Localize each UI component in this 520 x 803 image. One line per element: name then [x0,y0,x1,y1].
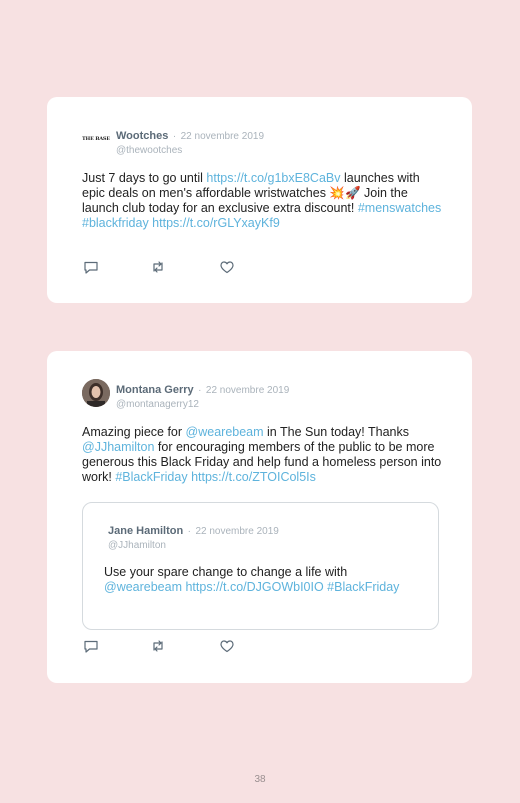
tweet-hashtags-link[interactable]: #BlackFriday https://t.co/ZTOICol5Is [115,470,316,484]
tweet-link[interactable]: https://t.co/g1bxE8CaBv [206,171,340,185]
quoted-tweet-link[interactable]: @wearebeam https://t.co/DJGOWbI0IO #Blac… [104,580,399,594]
tweet-text-part: Just 7 days to go until [82,171,207,185]
quoted-author-handle[interactable]: @JJhamilton [108,540,279,551]
quoted-author-name[interactable]: Jane Hamilton [108,525,183,537]
author-handle[interactable]: @montanagerry12 [116,399,289,410]
tweet-meta: Wootches · 22 novembre 2019 @thewootches [116,126,264,156]
mention-link[interactable]: @wearebeam [186,425,264,439]
tweet-text: Amazing piece for @wearebeam in The Sun … [82,425,442,485]
reply-icon[interactable] [83,638,99,654]
tweet-card: Montana Gerry · 22 novembre 2019 @montan… [47,351,472,683]
reply-icon[interactable] [83,259,99,275]
heart-icon[interactable] [219,259,235,275]
avatar-logo-text: THE BASE [82,136,110,142]
tweet-meta: Montana Gerry · 22 novembre 2019 @montan… [116,380,289,410]
avatar[interactable]: THE BASE [82,125,110,153]
tweet-text: Just 7 days to go until https://t.co/g1b… [82,171,442,231]
separator: · [198,385,202,396]
quoted-tweet-meta: Jane Hamilton · 22 novembre 2019 @JJhami… [108,521,279,551]
author-name[interactable]: Montana Gerry [116,384,194,396]
author-name[interactable]: Wootches [116,130,168,142]
avatar[interactable] [82,379,110,407]
retweet-icon[interactable] [150,638,166,654]
tweet-text-part: in The Sun today! Thanks [263,425,410,439]
separator: · [187,526,191,537]
quoted-tweet-date: 22 novembre 2019 [195,526,279,537]
tweet-date: 22 novembre 2019 [180,131,265,142]
tweet-date: 22 novembre 2019 [205,385,290,396]
quoted-tweet[interactable]: Jane Hamilton · 22 novembre 2019 @JJhami… [82,502,439,630]
author-handle[interactable]: @thewootches [116,145,264,156]
page-number: 38 [254,774,266,785]
quoted-tweet-text: Use your spare change to change a life w… [104,565,424,595]
heart-icon[interactable] [219,638,235,654]
tweet-text-part: Amazing piece for [82,425,186,439]
tweet-card: THE BASE Wootches · 22 novembre 2019 @th… [47,97,472,303]
mention-link[interactable]: @JJhamilton [82,440,154,454]
separator: · [172,131,177,142]
retweet-icon[interactable] [150,259,166,275]
tweet-text-part: Use your spare change to change a life w… [104,565,348,579]
